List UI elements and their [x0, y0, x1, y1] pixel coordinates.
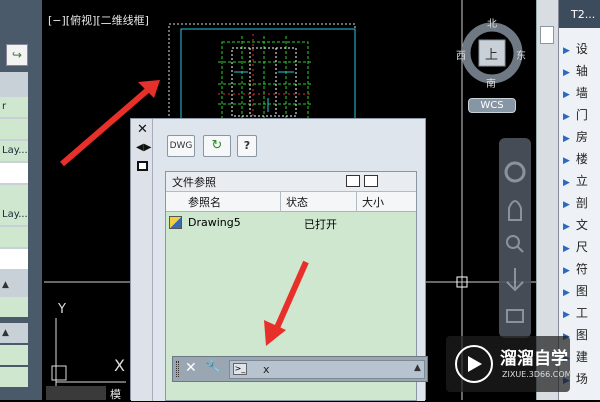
navigation-bar[interactable]: [499, 138, 531, 338]
viewcube-face-top[interactable]: 上: [485, 44, 498, 63]
close-icon[interactable]: ✕: [137, 122, 148, 137]
palette-item[interactable]: ▶ 文: [559, 214, 600, 236]
left-palette-item[interactable]: [0, 227, 28, 247]
left-tool-palette: ↪ r Lay... Lay... ▲ ▲: [0, 0, 42, 400]
left-palette-item[interactable]: [0, 185, 28, 205]
column-header-status[interactable]: 状态: [286, 194, 308, 210]
column-divider[interactable]: [356, 192, 357, 212]
palette-item[interactable]: ▶ 剖: [559, 192, 600, 214]
watermark-logo: 溜溜自学 ZIXUE.3D66.COM: [446, 336, 572, 392]
list-view-icon[interactable]: [346, 175, 360, 187]
palette-item[interactable]: ▶ 尺: [559, 236, 600, 258]
palette-item[interactable]: ▶ 墙: [559, 82, 600, 104]
expand-arrow-icon: ▶: [563, 46, 570, 56]
left-palette-item[interactable]: r: [0, 97, 28, 117]
expand-arrow-icon: ▶: [563, 222, 570, 232]
ucs-y-label: Y: [58, 302, 66, 317]
palette-side-strip: ✕ ◀▶: [131, 119, 153, 401]
expand-arrow-icon: ▶: [563, 156, 570, 166]
command-line[interactable]: ✕ 🔧 >_ x ▲: [172, 356, 428, 382]
palette-item[interactable]: ▶ 房: [559, 126, 600, 148]
palette-item[interactable]: ▶ 轴: [559, 60, 600, 82]
left-palette-item[interactable]: [0, 163, 28, 183]
column-header: 参照名 状态 大小: [166, 192, 416, 212]
close-icon[interactable]: ✕: [185, 360, 197, 376]
column-divider[interactable]: [280, 192, 281, 212]
viewcube[interactable]: 北 南 东 西 上: [456, 15, 528, 95]
expand-arrow-icon: ▶: [563, 68, 570, 78]
collapse-icon[interactable]: ▲: [0, 323, 28, 343]
auto-hide-icon[interactable]: ◀▶: [136, 142, 151, 153]
tree-view-icon[interactable]: [364, 175, 378, 187]
expand-arrow-icon: ▶: [563, 266, 570, 276]
left-palette-item[interactable]: Lay...: [0, 205, 28, 225]
left-palette-item[interactable]: [0, 367, 28, 387]
annotation-arrow: [264, 260, 309, 346]
palette-title[interactable]: T2...: [559, 0, 600, 28]
compass-west[interactable]: 西: [456, 47, 466, 62]
help-button[interactable]: ?: [237, 135, 257, 157]
left-palette-item[interactable]: [0, 249, 28, 269]
drawing-file-icon: [169, 216, 182, 229]
wcs-menu[interactable]: WCS: [468, 98, 516, 113]
xref-button-icon[interactable]: ↪: [6, 44, 28, 66]
watermark-emblem: [455, 345, 493, 383]
left-palette-item[interactable]: [0, 345, 28, 365]
expand-arrow-icon: ▶: [563, 112, 570, 122]
palette-item[interactable]: ▶ 符: [559, 258, 600, 280]
ucs-x-label: X: [114, 356, 125, 375]
command-prompt-icon: >_: [233, 363, 247, 375]
layout-nav-buttons[interactable]: [46, 386, 106, 400]
file-references-header: 文件参照: [166, 172, 416, 192]
compass-east[interactable]: 东: [516, 47, 526, 62]
table-row[interactable]: Drawing5 已打开: [166, 214, 416, 232]
watermark-url: ZIXUE.3D66.COM: [502, 370, 572, 379]
palette-item[interactable]: ▶ 工: [559, 302, 600, 324]
palette-item[interactable]: ▶ 门: [559, 104, 600, 126]
expand-arrow-icon: ▶: [563, 90, 570, 100]
drag-handle-icon[interactable]: [176, 361, 179, 377]
reference-status: 已打开: [304, 218, 337, 231]
expand-arrow-icon: ▶: [563, 200, 570, 210]
scroll-thumb[interactable]: [540, 26, 554, 44]
properties-icon[interactable]: [137, 161, 148, 171]
compass-south[interactable]: 南: [486, 75, 496, 90]
column-header-size[interactable]: 大小: [362, 194, 384, 210]
refresh-icon[interactable]: ↻: [203, 135, 231, 157]
reference-name: Drawing5: [188, 216, 241, 229]
left-palette-item[interactable]: Lay...: [0, 141, 28, 161]
expand-arrow-icon: ▶: [563, 178, 570, 188]
left-palette-item[interactable]: [0, 119, 28, 139]
column-header-name[interactable]: 参照名: [188, 194, 221, 210]
palette-item[interactable]: ▶图: [559, 280, 600, 302]
collapse-icon[interactable]: ▲: [0, 275, 28, 295]
expand-arrow-icon: ▶: [563, 244, 570, 254]
command-input[interactable]: >_ x ▲: [229, 360, 425, 379]
expand-arrow-icon: ▶: [563, 288, 570, 298]
compass-north[interactable]: 北: [487, 15, 497, 30]
expand-arrow-icon: ▶: [563, 310, 570, 320]
palette-item[interactable]: ▶ 立: [559, 170, 600, 192]
expand-arrow-icon: ▶: [563, 134, 570, 144]
wrench-icon[interactable]: 🔧: [205, 360, 222, 376]
palette-item[interactable]: ▶ 设: [559, 38, 600, 60]
history-arrow-icon[interactable]: ▲: [414, 363, 421, 373]
palette-item[interactable]: ▶ 楼: [559, 148, 600, 170]
attach-dwg-button[interactable]: DWG: [167, 135, 195, 157]
command-text: x: [263, 363, 270, 376]
left-palette-item[interactable]: [0, 297, 28, 317]
watermark-title: 溜溜自学: [500, 349, 568, 369]
